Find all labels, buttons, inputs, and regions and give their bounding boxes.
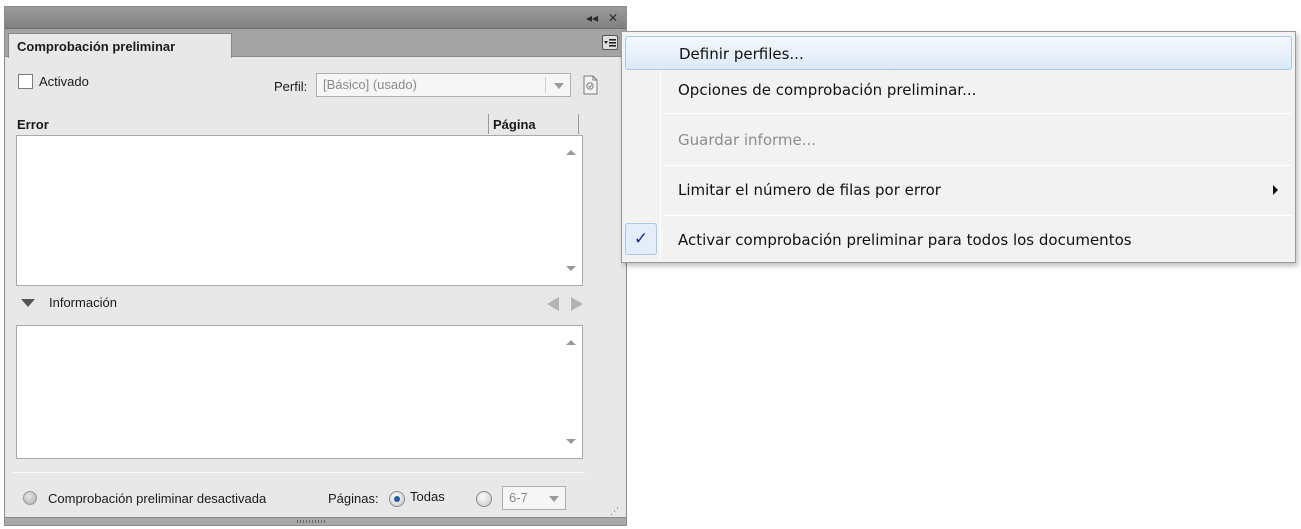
next-arrow-icon[interactable] [571,297,583,311]
pages-all-radio[interactable] [389,491,405,507]
pages-all-label[interactable]: Todas [410,489,445,504]
profile-value: [Básico] (usado) [323,77,417,92]
menu-item-enable-all-docs[interactable]: Activar comprobación preliminar para tod… [625,223,1292,257]
collapse-panel-icon[interactable]: ◂◂ [586,9,598,27]
menu-separator [664,215,1292,216]
scroll-down-icon[interactable] [566,439,576,444]
previous-arrow-icon[interactable] [547,297,559,311]
enabled-label: Activado [39,74,89,89]
resize-grip-icon[interactable]: ⋰ [610,507,619,517]
profile-select[interactable]: [Básico] (usado) [316,73,571,97]
panel-tab-bar: Comprobación preliminar [5,29,626,58]
scroll-up-icon[interactable] [566,340,576,345]
tab-preflight[interactable]: Comprobación preliminar [8,33,232,58]
pages-range-radio[interactable] [476,491,492,507]
disclosure-triangle-icon[interactable] [21,299,35,307]
profile-document-icon[interactable] [579,74,601,96]
status-text: Comprobación preliminar desactivada [48,491,267,506]
scroll-up-icon[interactable] [566,150,576,155]
drag-handle-icon[interactable] [297,520,325,523]
scroll-down-icon[interactable] [566,266,576,271]
enabled-checkbox[interactable] [18,74,33,89]
pages-label: Páginas: [328,491,379,506]
panel-menu-icon[interactable] [602,35,618,50]
error-list[interactable] [16,135,583,286]
status-indicator-icon [23,491,37,505]
profile-label: Perfil: [274,79,308,94]
select-separator [545,77,546,93]
menu-separator [664,165,1292,166]
menu-separator [664,113,1292,114]
preflight-panel: ◂◂ ✕ Comprobación preliminar Activado Pe… [4,6,627,526]
column-divider [578,114,579,134]
pages-range-select[interactable]: 6-7 [502,486,566,510]
info-label[interactable]: Información [49,295,117,310]
menu-item-label: Limitar el número de filas por error [678,181,941,199]
page-column-header[interactable]: Página [493,117,536,132]
chevron-down-icon [549,496,559,502]
menu-item-save-report: Guardar informe... [678,131,817,149]
error-column-header[interactable]: Error [17,117,49,132]
panel-titlebar: ◂◂ ✕ [5,7,626,29]
column-divider [488,114,489,134]
menu-item-limit-rows[interactable]: Limitar el número de filas por error [625,173,1292,207]
close-panel-icon[interactable]: ✕ [608,9,618,27]
chevron-down-icon [554,83,564,89]
submenu-arrow-icon [1273,185,1278,195]
pages-range-value: 6-7 [509,490,528,505]
panel-bottom-bar [5,517,626,525]
panel-flyout-menu: Definir perfiles... Opciones de comproba… [621,31,1296,263]
info-box[interactable] [16,325,583,459]
menu-item-preflight-options[interactable]: Opciones de comprobación preliminar... [625,73,1292,107]
status-divider [12,472,585,473]
menu-item-define-profiles[interactable]: Definir perfiles... [625,36,1292,70]
